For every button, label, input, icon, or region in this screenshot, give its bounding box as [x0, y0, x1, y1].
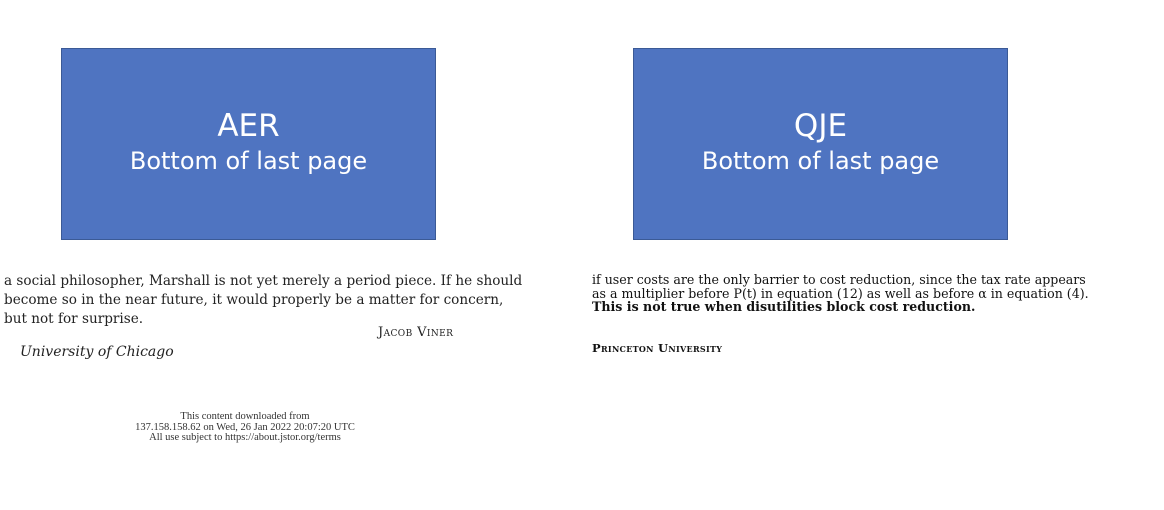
jstor-notice-line: All use subject to https://about.jstor.o… [149, 432, 341, 443]
aer-banner-subtitle: Bottom of last page [129, 147, 368, 175]
qje-banner: QJE Bottom of last page [633, 48, 1008, 240]
qje-banner-subtitle: Bottom of last page [701, 147, 940, 175]
qje-banner-title: QJE [793, 108, 848, 144]
aer-affiliation: University of Chicago [20, 344, 174, 360]
qje-text-line: as a multiplier before P(t) in equation … [592, 285, 1089, 301]
jstor-notice-line: This content downloaded from [180, 411, 310, 422]
aer-banner: AER Bottom of last page [61, 48, 436, 240]
qje-affiliation: Princeton University [592, 341, 723, 355]
jstor-download-notice: This content downloaded from 137.158.158… [100, 411, 390, 444]
qje-text-line: This is not true when disutilities block… [592, 299, 976, 314]
aer-text-line: a social philosopher, Marshall is not ye… [4, 273, 523, 289]
aer-banner-title: AER [217, 108, 280, 144]
aer-text-line: become so in the near future, it would p… [4, 292, 504, 308]
aer-author-signature: Jacob Viner [378, 325, 454, 340]
aer-excerpt-text: a social philosopher, Marshall is not ye… [4, 272, 523, 329]
qje-text-line: if user costs are the only barrier to co… [592, 272, 1086, 287]
qje-excerpt-text: if user costs are the only barrier to co… [592, 273, 1138, 314]
